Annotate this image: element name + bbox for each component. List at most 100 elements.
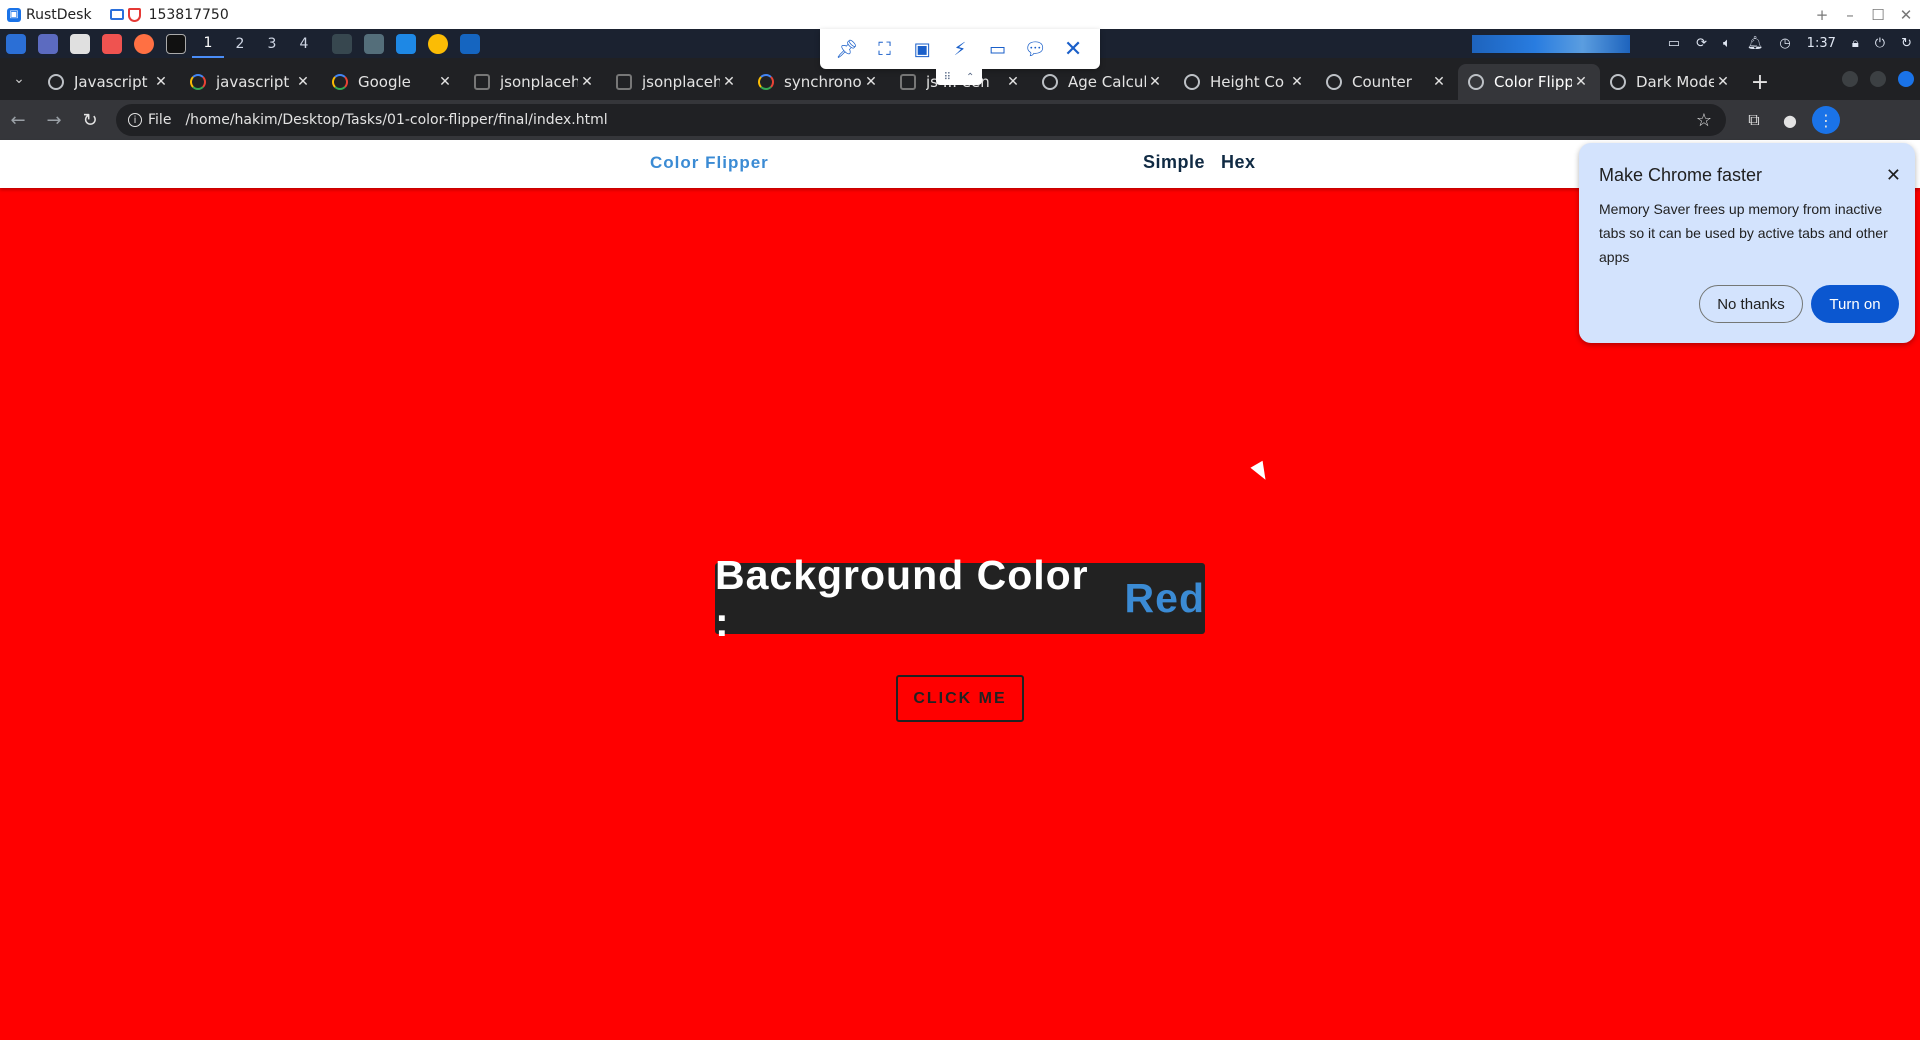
- screen: ▣ RustDesk 153817750 + – ☐ ✕ 1 2 3 4 ▭ ⟳: [0, 0, 1920, 1040]
- tab-close-icon[interactable]: ✕: [1572, 74, 1590, 90]
- close-browser-button[interactable]: [1898, 71, 1914, 87]
- notes-icon[interactable]: [70, 33, 90, 54]
- chevron-up-icon[interactable]: ⌃: [966, 72, 974, 83]
- sync-icon[interactable]: ⟳: [1696, 36, 1707, 51]
- tab[interactable]: jsonplaceh ✕: [606, 64, 748, 100]
- chrome-icon[interactable]: [428, 33, 448, 54]
- info-icon[interactable]: i: [128, 113, 142, 127]
- app-window-icon[interactable]: [364, 33, 384, 54]
- omnibox[interactable]: i File /home/hakim/Desktop/Tasks/01-colo…: [116, 104, 1726, 136]
- tab-close-icon[interactable]: ✕: [862, 74, 880, 90]
- tab[interactable]: Javascript ✕: [38, 64, 180, 100]
- bell-icon[interactable]: 🔔︎: [1747, 36, 1764, 51]
- tab-close-icon[interactable]: ✕: [152, 74, 170, 90]
- power-icon[interactable]: ⏻: [1875, 36, 1885, 51]
- nav-link-simple[interactable]: Simple: [1143, 152, 1205, 173]
- google-icon: [332, 74, 348, 90]
- tab-title: Age Calcul: [1068, 73, 1146, 91]
- lightning-icon[interactable]: ⚡︎: [946, 35, 974, 63]
- url-text[interactable]: /home/hakim/Desktop/Tasks/01-color-flipp…: [185, 112, 607, 128]
- workspace-2[interactable]: 2: [224, 29, 256, 58]
- launcher-icon[interactable]: [6, 33, 26, 54]
- tab-close-icon[interactable]: ✕: [1004, 74, 1022, 90]
- pin-icon[interactable]: 📌︎: [833, 35, 861, 63]
- display-icon[interactable]: ▣: [908, 35, 936, 63]
- toolbar-handle[interactable]: ⠿ ⌃: [936, 69, 982, 85]
- back-arrow-icon[interactable]: ←: [0, 102, 36, 138]
- rustdesk-task-icon[interactable]: [396, 33, 416, 54]
- bookmark-star-icon[interactable]: ☆: [1696, 110, 1712, 131]
- popup-title: Make Chrome faster: [1599, 165, 1763, 185]
- tab-close-icon[interactable]: ✕: [294, 74, 312, 90]
- minimize-button[interactable]: [1842, 71, 1858, 87]
- workspace-1[interactable]: 1: [192, 29, 224, 58]
- tab[interactable]: Age Calcul ✕: [1032, 64, 1174, 100]
- vscode-icon[interactable]: [460, 33, 480, 54]
- globe-icon: [1184, 74, 1200, 90]
- forward-arrow-icon[interactable]: →: [36, 102, 72, 138]
- reload-icon[interactable]: ↻: [72, 102, 108, 138]
- terminal-icon[interactable]: [166, 33, 186, 54]
- tab-close-icon[interactable]: ✕: [1714, 74, 1732, 90]
- tab-close-icon[interactable]: ✕: [436, 74, 454, 90]
- maximize-button[interactable]: [1870, 71, 1886, 87]
- nav-links: Simple Hex: [1143, 152, 1256, 173]
- tab-close-icon[interactable]: ✕: [1146, 74, 1164, 90]
- firefox-icon[interactable]: [134, 33, 154, 54]
- workspace-4[interactable]: 4: [288, 29, 320, 58]
- refresh-icon[interactable]: ↻: [1901, 36, 1912, 51]
- maximize-button[interactable]: ☐: [1864, 0, 1892, 29]
- chrome-menu-icon[interactable]: ⋮: [1812, 106, 1840, 134]
- tab-search-chevron-icon[interactable]: ⌄: [0, 58, 38, 100]
- close-icon[interactable]: ✕: [1059, 35, 1087, 63]
- globe-icon: [1326, 74, 1342, 90]
- app-window-icon[interactable]: [332, 33, 352, 54]
- volume-icon[interactable]: 🔈︎: [1723, 36, 1731, 51]
- window-icon[interactable]: ▭: [1668, 36, 1680, 51]
- tab[interactable]: javascript c ✕: [180, 64, 322, 100]
- memory-saver-popup: Make Chrome faster ✕ Memory Saver frees …: [1579, 143, 1915, 343]
- tab[interactable]: Google ✕: [322, 64, 464, 100]
- drag-handle-icon[interactable]: ⠿: [944, 72, 951, 83]
- tab-close-icon[interactable]: ✕: [1288, 74, 1306, 90]
- tab-title: Javascript: [74, 73, 148, 91]
- fullscreen-icon[interactable]: ⛶: [871, 35, 899, 63]
- no-thanks-button[interactable]: No thanks: [1699, 285, 1803, 323]
- tab-close-icon[interactable]: ✕: [578, 74, 596, 90]
- monitor-icon[interactable]: ▭: [984, 35, 1012, 63]
- minimize-button[interactable]: –: [1836, 0, 1864, 29]
- tab[interactable]: Height Co ✕: [1174, 64, 1316, 100]
- heading-prefix: Background Color :: [715, 551, 1089, 645]
- nav-link-hex[interactable]: Hex: [1221, 152, 1256, 173]
- popup-close-icon[interactable]: ✕: [1886, 165, 1901, 186]
- tab[interactable]: Dark Mode ✕: [1600, 64, 1742, 100]
- audio-visualizer: [1472, 35, 1630, 53]
- lock-icon[interactable]: 🔒︎: [1852, 36, 1859, 51]
- page-icon: [616, 74, 632, 90]
- tab[interactable]: jsonplaceh ✕: [464, 64, 606, 100]
- profile-icon[interactable]: ●: [1772, 102, 1808, 138]
- editor-icon[interactable]: [102, 33, 122, 54]
- tab-close-icon[interactable]: ✕: [1430, 74, 1448, 90]
- site-brand[interactable]: Color Flipper: [650, 153, 769, 173]
- close-window-button[interactable]: ✕: [1892, 0, 1920, 29]
- tab-close-icon[interactable]: ✕: [720, 74, 738, 90]
- new-window-icon[interactable]: +: [1808, 0, 1836, 29]
- tab-active[interactable]: Color Flipp ✕: [1458, 64, 1600, 100]
- workspace-3[interactable]: 3: [256, 29, 288, 58]
- files-icon[interactable]: [38, 33, 58, 54]
- rustdesk-title-bar: ▣ RustDesk 153817750 + – ☐ ✕: [0, 0, 1920, 29]
- chat-icon[interactable]: 💬︎: [1021, 35, 1049, 63]
- tab-title: Color Flipp: [1494, 73, 1572, 91]
- tab[interactable]: Counter ✕: [1316, 64, 1458, 100]
- new-tab-button[interactable]: +: [1742, 64, 1778, 100]
- turn-on-button[interactable]: Turn on: [1811, 285, 1899, 323]
- tab-title: jsonplaceh: [642, 73, 720, 91]
- extensions-icon[interactable]: ⧉: [1736, 102, 1772, 138]
- tab-title: Dark Mode: [1636, 73, 1714, 91]
- globe-icon: [1042, 74, 1058, 90]
- toolbar-icons: ⧉ ● ⋮: [1736, 102, 1840, 138]
- tab[interactable]: synchrono ✕: [748, 64, 890, 100]
- click-me-button[interactable]: CLICK ME: [896, 675, 1024, 722]
- tab-title: Height Co: [1210, 73, 1285, 91]
